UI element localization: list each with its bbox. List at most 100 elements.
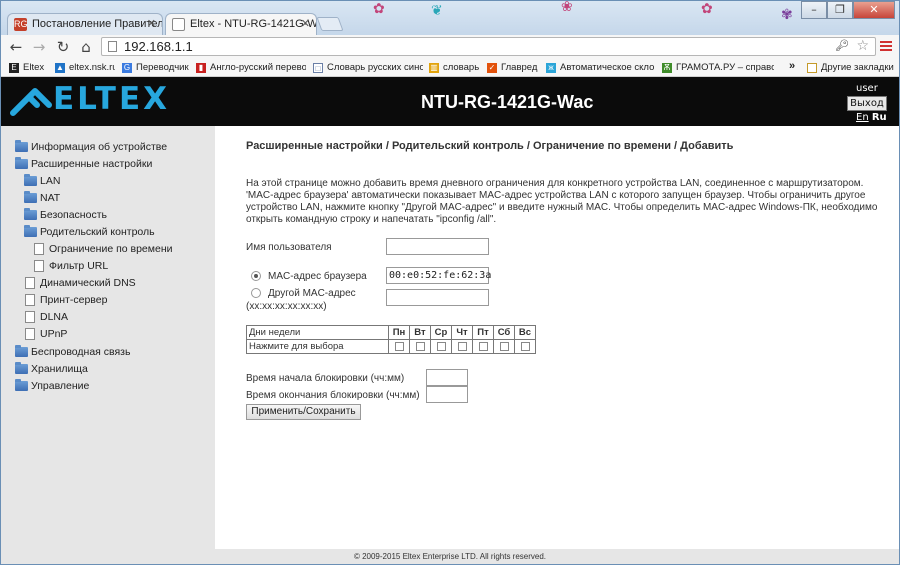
other-mac-hint: (xx:xx:xx:xx:xx:xx) [246,301,327,312]
day-wed-cell [430,339,452,354]
lang-ru-link[interactable]: Ru [872,112,887,123]
sidebar-item-label: Информация об устройстве [31,141,168,153]
document-icon [34,260,44,272]
sidebar-item-label: Динамический DNS [40,277,136,289]
leaf-icon: ж [546,63,556,73]
sidebar-nav: Информация об устройстве Расширенные нас… [1,126,215,549]
other-mac-radio[interactable] [251,288,261,298]
bookmark-synonyms[interactable]: □ Словарь русских сино [313,61,423,75]
end-time-input[interactable] [426,386,468,403]
menu-icon[interactable] [880,41,892,53]
sidebar-item-label: Расширенные настройки [31,158,153,170]
day-tue-checkbox[interactable] [415,341,425,351]
page-description: На этой странице можно добавить время дн… [246,178,878,225]
days-row-label: Нажмите для выбора [246,339,389,354]
day-thu-checkbox[interactable] [457,341,467,351]
document-icon [25,294,35,306]
tab-postanovlenie[interactable]: RG Постановление Правитель ✕ [7,13,163,35]
bookmark-star-icon[interactable]: ☆ [856,38,869,54]
bookmark-eltex[interactable]: E Eltex [9,61,49,75]
bookmark-translator[interactable]: G Переводчик [122,61,190,75]
document-icon [25,277,35,289]
minimize-icon[interactable]: – [801,1,827,19]
close-window-icon[interactable]: ✕ [853,1,895,19]
browser-toolbar: ← → ↻ ⌂ 192.168.1.1 🔑︎ ☆ [1,35,899,59]
sidebar-item-label: Принт-сервер [40,294,108,306]
document-icon [34,243,44,255]
day-mon-cell [388,339,410,354]
bookmark-label: словарь [443,62,480,73]
browser-mac-radio[interactable] [251,271,261,281]
language-switch: En Ru [856,112,887,123]
table-row: Дни недели Пн Вт Ср Чт Пт Сб Вс [246,325,536,340]
window-controls: – ❐ ✕ [801,1,895,19]
forward-arrow-icon[interactable]: → [30,38,48,56]
logout-button[interactable]: Выход [847,96,887,111]
day-sun-header: Вс [514,325,536,340]
day-mon-header: Пн [388,325,410,340]
bookmark-label: eltex.nsk.ru [69,62,115,73]
router-header: ELTEX NTU-RG-1421G-Wac user Выход En Ru [1,77,899,126]
day-fri-cell [472,339,494,354]
lang-en-link[interactable]: En [856,112,869,123]
eltex-icon: E [9,63,19,73]
home-icon[interactable]: ⌂ [77,38,95,56]
bookmark-label: Другие закладки [821,62,894,73]
folder-icon [24,225,37,237]
bookmark-sklonenie[interactable]: ж Автоматическое склон [546,61,654,75]
browser-window: ✿ ❦ ❀ ✿ ✾ RG Постановление Правитель ✕ E… [0,0,900,565]
sidebar-item-label: DLNA [40,311,69,323]
folder-icon [15,345,28,357]
folder-icon [15,140,28,152]
day-sat-checkbox[interactable] [499,341,509,351]
day-fri-checkbox[interactable] [478,341,488,351]
tab-close-icon[interactable]: ✕ [147,14,156,34]
glavred-icon: ✓ [487,63,497,73]
day-sun-checkbox[interactable] [520,341,530,351]
document-icon [25,311,35,323]
address-bar[interactable]: 192.168.1.1 🔑︎ ☆ [101,37,876,56]
key-icon[interactable]: 🔑︎ [835,39,849,52]
days-header: Дни недели [246,325,389,340]
maximize-icon[interactable]: ❐ [827,1,853,19]
browser-mac-input[interactable]: 00:e0:52:fe:62:3a [386,267,491,284]
bookmark-gramota[interactable]: Ѫ ГРАМОТА.РУ – справо [662,61,774,75]
eltex-site-icon: ▲ [55,63,65,73]
bookmark-label: Переводчик [136,62,189,73]
tab-eltex[interactable]: Eltex - NTU-RG-1421G-Wac ✕ [165,13,317,35]
decor-butterfly-icon: ❦ [431,3,443,19]
folder-icon [24,208,37,220]
back-arrow-icon[interactable]: ← [7,38,25,56]
username-input[interactable] [386,238,489,255]
reload-icon[interactable]: ↻ [54,38,72,56]
day-wed-checkbox[interactable] [436,341,446,351]
decor-flower-icon: ✿ [373,1,385,17]
start-time-label: Время начала блокировки (чч:мм) [246,373,405,384]
other-mac-label: Другой MAC-адрес [268,288,356,299]
new-tab-button[interactable] [316,17,344,31]
eltex-logo-icon [10,88,52,116]
bookmark-label: Главред [501,62,538,73]
sidebar-item-label: Родительский контроль [40,226,155,238]
start-time-input[interactable] [426,369,468,386]
bookmark-eng-rus[interactable]: ▮ Англо-русский перевод [196,61,306,75]
tab-close-icon[interactable]: ✕ [301,14,310,34]
folder-icon [15,157,28,169]
bookmark-slovar[interactable]: ▥ словарь [429,61,481,75]
logo-text: ELTEX [53,81,171,117]
bookmark-eltex-site[interactable]: ▲ eltex.nsk.ru [55,61,115,75]
day-mon-checkbox[interactable] [394,341,404,351]
device-model: NTU-RG-1421G-Wac [421,92,594,112]
username-label: Имя пользователя [246,242,332,253]
bookmark-glavred[interactable]: ✓ Главред [487,61,539,75]
apply-save-button[interactable]: Применить/Сохранить [246,404,361,420]
other-mac-input[interactable] [386,289,489,306]
more-bookmarks-button[interactable]: » [789,60,795,72]
main-content: Расширенные настройки / Родительский кон… [215,126,899,549]
tab-title: Постановление Правитель [32,18,163,30]
other-bookmarks-folder[interactable]: Другие закладки [807,61,899,75]
rg-favicon-icon: RG [14,18,28,31]
sidebar-item-label: Безопасность [40,209,107,221]
chart-icon: ▥ [429,63,439,73]
weekdays-table: Дни недели Пн Вт Ср Чт Пт Сб Вс Нажмите … [246,325,536,354]
